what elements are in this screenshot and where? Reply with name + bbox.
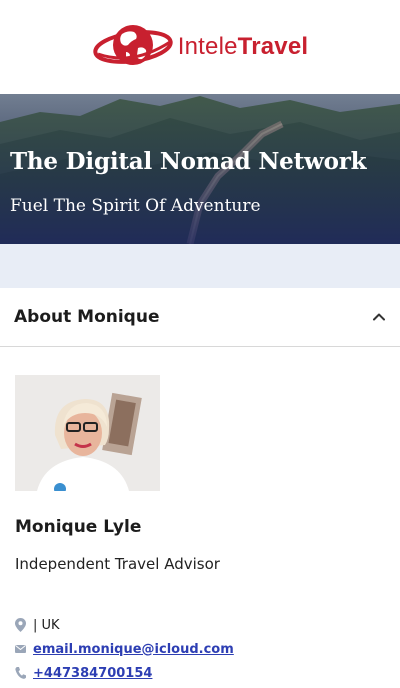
hero-title: The Digital Nomad Network: [10, 148, 367, 175]
chevron-up-icon[interactable]: [372, 310, 386, 324]
logo-wordmark-bold: Travel: [237, 33, 309, 60]
site-header: InteleTravel: [0, 0, 400, 94]
map-pin-icon: [15, 618, 26, 632]
hero-subtitle: Fuel The Spirit Of Adventure: [10, 196, 261, 216]
contact-phone: +447384700154: [15, 661, 385, 685]
about-heading: About Monique: [14, 307, 160, 327]
contact-email: email.monique@icloud.com: [15, 637, 385, 661]
phone-link[interactable]: +447384700154: [33, 666, 152, 681]
about-accordion-header[interactable]: About Monique: [0, 288, 400, 347]
email-link[interactable]: email.monique@icloud.com: [33, 642, 234, 657]
section-divider-band: [0, 244, 400, 288]
contact-location: | UK: [15, 613, 385, 637]
logo-wordmark-light: Intele: [177, 33, 238, 60]
logo-wordmark: InteleTravel: [178, 33, 309, 61]
envelope-icon: [15, 645, 26, 653]
advisor-profile: Monique Lyle Independent Travel Advisor …: [0, 347, 400, 685]
phone-icon: [15, 667, 26, 679]
hero-banner: The Digital Nomad Network Fuel The Spiri…: [0, 94, 400, 244]
advisor-photo: [15, 375, 160, 491]
advisor-name: Monique Lyle: [15, 517, 142, 537]
intele-travel-logo[interactable]: InteleTravel: [92, 18, 309, 76]
globe-logo-icon: [93, 25, 173, 65]
advisor-role: Independent Travel Advisor: [15, 555, 220, 573]
location-text: | UK: [33, 617, 60, 633]
contact-list: | UK email.monique@icloud.com +447384700…: [15, 613, 385, 685]
